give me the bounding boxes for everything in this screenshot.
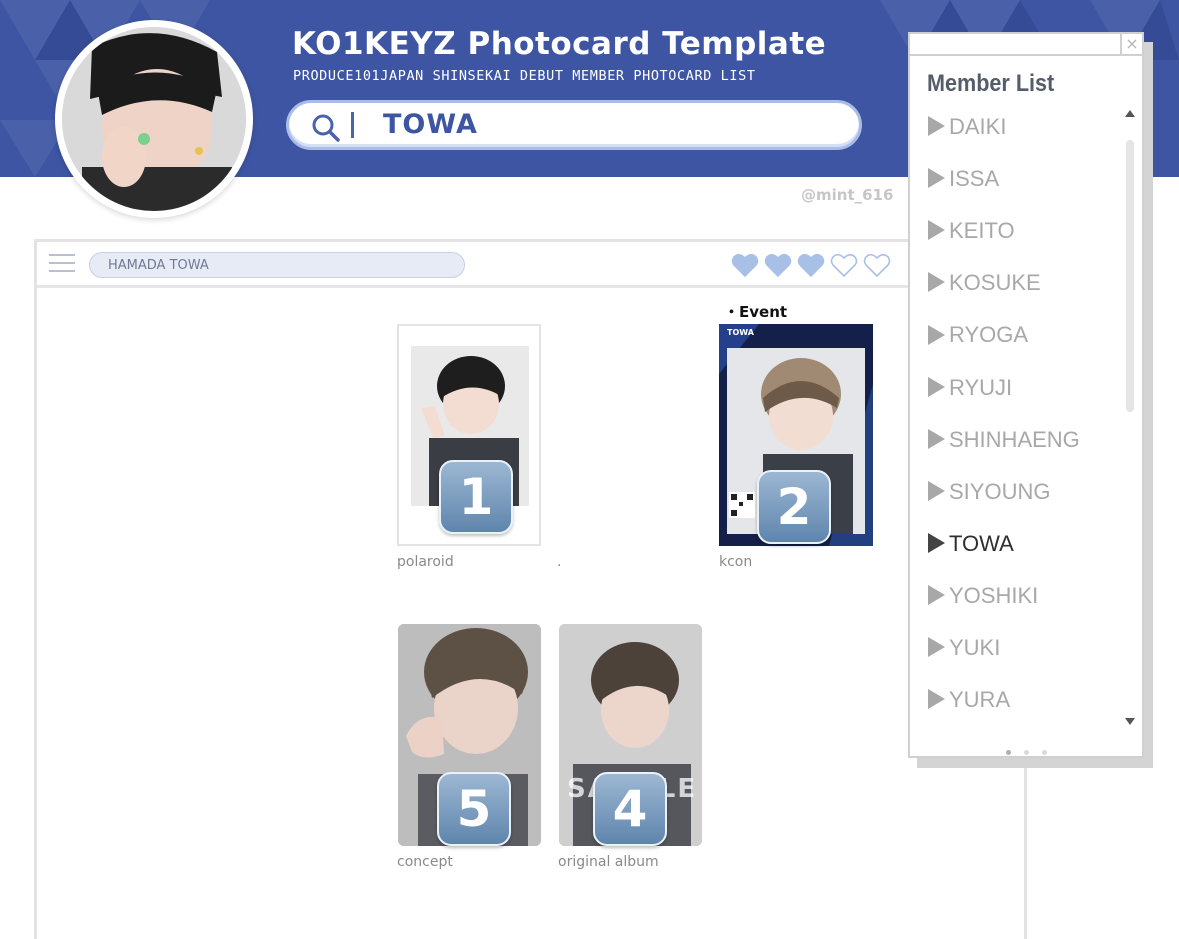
caption-kcon: kcon xyxy=(719,554,753,570)
menu-icon[interactable] xyxy=(49,254,75,274)
member-item-yoshiki[interactable]: YOSHIKI xyxy=(928,583,1038,613)
member-item-siyoung[interactable]: SIYOUNG xyxy=(928,479,1050,509)
heart-empty-icon xyxy=(863,252,891,278)
stray-mark: . xyxy=(557,554,562,570)
member-item-label: KOSUKE xyxy=(949,270,1041,296)
search-bar[interactable]: TOWA xyxy=(286,100,862,150)
number-badge-4: 4 xyxy=(593,772,667,846)
member-item-label: RYUJI xyxy=(949,374,1013,400)
member-item-label: YUKI xyxy=(949,635,1001,660)
member-item-ryuji[interactable]: RYUJI xyxy=(928,375,1012,405)
page-dots xyxy=(1006,740,1060,759)
heart-empty-icon xyxy=(830,252,858,278)
panel-titlebar[interactable]: × xyxy=(910,34,1142,56)
member-list-panel: × Member List DAIKI ISSA KEITO KOSUKE RYOGA R… xyxy=(908,32,1144,758)
triangle-right-icon xyxy=(928,585,945,606)
member-item-shinhaeng[interactable]: SHINHAENG xyxy=(928,427,1080,457)
member-item-label: YOSHIKI xyxy=(949,582,1039,608)
caption-original-album: original album xyxy=(558,854,659,870)
triangle-right-icon xyxy=(928,637,945,658)
scrollbar-thumb[interactable] xyxy=(1126,140,1134,412)
scroll-up-arrow[interactable] xyxy=(1125,110,1135,117)
member-item-label: KEITO xyxy=(949,218,1015,244)
member-item-keito[interactable]: KEITO xyxy=(928,218,1015,248)
search-caret xyxy=(351,112,354,138)
member-list-title: Member List xyxy=(927,70,1055,97)
caption-polaroid: polaroid xyxy=(397,554,454,570)
avatar xyxy=(62,27,246,211)
member-item-label: ISSA xyxy=(949,166,1000,192)
window-toolbar: HAMADA TOWA xyxy=(37,242,1024,288)
page-dot[interactable] xyxy=(1024,750,1029,755)
photocard-window: HAMADA TOWA ・Event 1 polaroid . TOWA 2 k… xyxy=(34,239,1027,939)
member-item-label: SIYOUNG xyxy=(949,478,1051,504)
member-item-label: SHINHAENG xyxy=(949,426,1080,452)
triangle-right-icon xyxy=(928,480,945,501)
triangle-right-icon xyxy=(928,168,945,189)
member-item-issa[interactable]: ISSA xyxy=(928,166,999,196)
address-text: HAMADA TOWA xyxy=(108,258,209,273)
address-bar[interactable]: HAMADA TOWA xyxy=(89,252,465,278)
triangle-right-icon xyxy=(928,428,945,449)
caption-concept: concept xyxy=(397,854,453,870)
triangle-right-icon xyxy=(928,324,945,345)
number-badge-1: 1 xyxy=(439,460,513,534)
page-title: KO1KEYZ Photocard Template xyxy=(292,26,827,62)
member-item-yuki[interactable]: YUKI xyxy=(928,635,1000,665)
triangle-right-icon xyxy=(928,220,945,241)
page-dot[interactable] xyxy=(1006,750,1011,755)
triangle-right-icon xyxy=(928,116,945,137)
heart-filled-icon xyxy=(764,252,792,278)
member-item-kosuke[interactable]: KOSUKE xyxy=(928,270,1041,300)
triangle-right-icon xyxy=(928,376,945,397)
close-icon[interactable]: × xyxy=(1120,34,1142,54)
member-item-yura[interactable]: YURA xyxy=(928,687,1010,717)
heart-filled-icon xyxy=(731,252,759,278)
section-label-event: ・Event xyxy=(724,303,788,321)
author-credit: @mint_616 xyxy=(801,186,894,204)
member-item-label: TOWA xyxy=(949,530,1014,556)
member-item-label: YURA xyxy=(949,687,1011,713)
kcon-card-name: TOWA xyxy=(727,328,754,337)
heart-filled-icon xyxy=(797,252,825,278)
scroll-down-arrow[interactable] xyxy=(1125,718,1135,725)
search-input[interactable]: TOWA xyxy=(383,109,478,140)
number-badge-5: 5 xyxy=(437,772,511,846)
member-item-label: DAIKI xyxy=(949,114,1007,139)
member-item-daiki[interactable]: DAIKI xyxy=(928,114,1006,144)
page-subtitle: PRODUCE101JAPAN SHINSEKAI DEBUT MEMBER P… xyxy=(293,68,756,84)
page-dot[interactable] xyxy=(1042,750,1047,755)
search-icon[interactable] xyxy=(311,113,341,147)
triangle-right-icon xyxy=(928,532,945,553)
member-item-label: RYOGA xyxy=(949,322,1029,348)
member-item-ryoga[interactable]: RYOGA xyxy=(928,322,1028,352)
triangle-right-icon xyxy=(928,689,945,710)
triangle-right-icon xyxy=(928,272,945,293)
member-item-towa[interactable]: TOWA xyxy=(928,531,1014,561)
number-badge-2: 2 xyxy=(757,470,831,544)
